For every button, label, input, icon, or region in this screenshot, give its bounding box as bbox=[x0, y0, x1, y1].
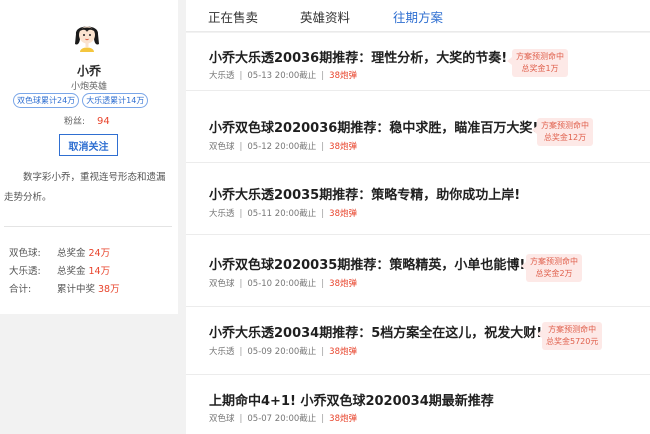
stat-value: 14万 bbox=[88, 266, 111, 277]
badge-line1: 方案预测命中 bbox=[530, 257, 578, 266]
tab-on-sale[interactable]: 正在售卖 bbox=[208, 7, 258, 26]
plan-meta: 大乐透 | 05-11 20:00截止 | 38炮弹 bbox=[209, 209, 357, 219]
plan-deadline: 05-07 20:00截止 bbox=[247, 414, 317, 424]
plan-lottery: 双色球 bbox=[209, 279, 235, 289]
plan-meta: 双色球 | 05-10 20:00截止 | 38炮弹 bbox=[209, 279, 357, 289]
stat-key: 合计: bbox=[9, 284, 32, 295]
list-item[interactable]: 小乔双色球2020036期推荐：稳中求胜，瞄准百万大奖! 双色球 | 05-12 2… bbox=[186, 91, 650, 163]
tab-past-plans[interactable]: 往期方案 bbox=[393, 7, 443, 26]
fans-value: 94 bbox=[97, 116, 110, 127]
plan-title[interactable]: 小乔大乐透20034期推荐：5档方案全在这儿，祝发大财! bbox=[209, 322, 542, 341]
plan-lottery: 大乐透 bbox=[209, 347, 235, 357]
plan-list: 小乔大乐透20036期推荐：理性分析，大奖的节奏! 大乐透 | 05-13 20:0… bbox=[186, 33, 650, 434]
plan-price: 38炮弹 bbox=[329, 142, 357, 152]
hit-badge: 方案预测命中 总奖金5720元 bbox=[536, 322, 603, 350]
hit-badge: 方案预测命中 总奖金1万 bbox=[507, 49, 568, 77]
hit-badge: 方案预测命中 总奖金2万 bbox=[521, 254, 582, 282]
stat-value: 38万 bbox=[98, 284, 120, 295]
list-item[interactable]: 小乔双色球2020035期推荐：策略精英，小单也能博! 双色球 | 05-10 20… bbox=[186, 235, 650, 307]
stat-ssq: 双色球: 总奖金 24万 bbox=[9, 245, 110, 259]
fans-label: 粉丝: bbox=[64, 117, 86, 127]
tab-hero-profile[interactable]: 英雄资料 bbox=[300, 7, 350, 26]
stat-key: 双色球: bbox=[9, 248, 41, 259]
list-item[interactable]: 小乔大乐透20034期推荐：5档方案全在这儿，祝发大财! 大乐透 | 05-09 2… bbox=[186, 307, 650, 375]
stat-label: 累计中奖 bbox=[57, 284, 96, 295]
stat-value: 24万 bbox=[88, 248, 111, 259]
stat-dlt: 大乐透: 总奖金 14万 bbox=[9, 263, 110, 277]
plan-lottery: 大乐透 bbox=[209, 209, 235, 219]
hit-badge: 方案预测命中 总奖金12万 bbox=[532, 118, 593, 146]
stat-label: 总奖金 bbox=[57, 248, 86, 259]
plan-price: 38炮弹 bbox=[329, 347, 357, 357]
plan-price: 38炮弹 bbox=[329, 414, 357, 424]
badge-line1: 方案预测命中 bbox=[516, 52, 564, 61]
plan-price: 38炮弹 bbox=[329, 71, 357, 81]
plan-deadline: 05-11 20:00截止 bbox=[247, 209, 317, 219]
list-item[interactable]: 上期命中4+1! 小乔双色球2020034期最新推荐 双色球 | 05-07 20:… bbox=[186, 375, 650, 434]
plan-deadline: 05-12 20:00截止 bbox=[247, 142, 317, 152]
tag-dlt-total: 大乐透累计14万 bbox=[82, 93, 149, 108]
plan-meta: 双色球 | 05-07 20:00截止 | 38炮弹 bbox=[209, 414, 357, 424]
list-item[interactable]: 小乔大乐透20036期推荐：理性分析，大奖的节奏! 大乐透 | 05-13 20:0… bbox=[186, 33, 650, 91]
avatar[interactable] bbox=[72, 20, 102, 52]
badge-line2: 总奖金1万 bbox=[521, 64, 559, 73]
plan-title[interactable]: 小乔双色球2020036期推荐：稳中求胜，瞄准百万大奖! bbox=[209, 117, 538, 136]
plan-title[interactable]: 小乔大乐透20035期推荐：策略专精，助你成功上岸! bbox=[209, 184, 520, 203]
list-item[interactable]: 小乔大乐透20035期推荐：策略专精，助你成功上岸! 大乐透 | 05-11 20:… bbox=[186, 163, 650, 235]
plan-price: 38炮弹 bbox=[329, 279, 357, 289]
profile-bio: 数字彩小乔，重视连号形态和遗漏走势分析。 bbox=[4, 172, 166, 203]
fans-count: 粉丝: 94 bbox=[64, 114, 110, 127]
tag-ssq-total: 双色球累计24万 bbox=[13, 93, 80, 108]
badge-line2: 总奖金12万 bbox=[543, 133, 587, 142]
plan-lottery: 双色球 bbox=[209, 142, 235, 152]
badge-line1: 方案预测命中 bbox=[541, 121, 589, 130]
plan-title[interactable]: 上期命中4+1! 小乔双色球2020034期最新推荐 bbox=[209, 390, 494, 409]
plan-deadline: 05-09 20:00截止 bbox=[247, 347, 317, 357]
tab-bar: 正在售卖 英雄资料 往期方案 bbox=[186, 0, 650, 32]
plan-lottery: 双色球 bbox=[209, 414, 235, 424]
plan-price: 38炮弹 bbox=[329, 209, 357, 219]
badge-line2: 总奖金2万 bbox=[535, 269, 573, 278]
plan-deadline: 05-13 20:00截止 bbox=[247, 71, 317, 81]
profile-subtitle: 小炮英雄 bbox=[70, 82, 107, 92]
stat-total: 合计: 累计中奖 38万 bbox=[9, 281, 120, 295]
plan-meta: 双色球 | 05-12 20:00截止 | 38炮弹 bbox=[209, 142, 357, 152]
plan-deadline: 05-10 20:00截止 bbox=[247, 279, 317, 289]
plan-lottery: 大乐透 bbox=[209, 71, 235, 81]
stat-key: 大乐透: bbox=[9, 266, 41, 277]
unfollow-button[interactable]: 取消关注 bbox=[59, 134, 118, 156]
plan-title[interactable]: 小乔双色球2020035期推荐：策略精英，小单也能博! bbox=[209, 254, 525, 273]
profile-name: 小乔 bbox=[76, 64, 101, 78]
stat-label: 总奖金 bbox=[57, 266, 86, 277]
profile-tags: 双色球累计24万 大乐透累计14万 bbox=[13, 93, 149, 108]
plan-meta: 大乐透 | 05-13 20:00截止 | 38炮弹 bbox=[209, 71, 357, 81]
divider bbox=[4, 226, 172, 227]
plan-title[interactable]: 小乔大乐透20036期推荐：理性分析，大奖的节奏! bbox=[209, 47, 507, 66]
badge-line2: 总奖金5720元 bbox=[546, 337, 599, 346]
badge-line1: 方案预测命中 bbox=[548, 325, 597, 334]
profile-card: 小乔 小炮英雄 双色球累计24万 大乐透累计14万 粉丝: 94 取消关注 数字彩… bbox=[0, 0, 178, 314]
plan-meta: 大乐透 | 05-09 20:00截止 | 38炮弹 bbox=[209, 347, 357, 357]
